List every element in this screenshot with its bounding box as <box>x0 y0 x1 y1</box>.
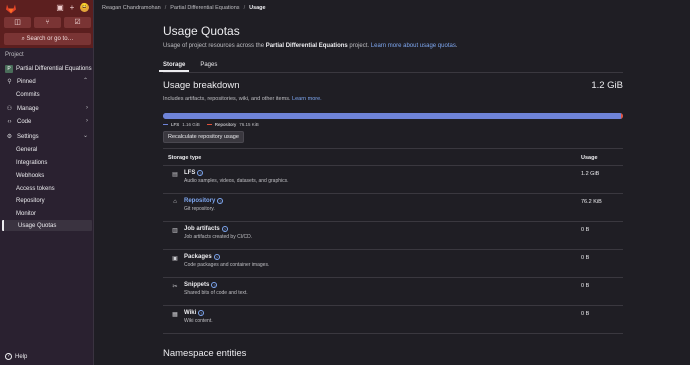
chevron-right-icon: › <box>86 118 88 124</box>
table-row: ▣ Packages? Code packages and container … <box>163 250 623 278</box>
sidebar-toggle-icon[interactable]: ▣ <box>56 3 64 12</box>
sidebar-project[interactable]: P Partial Differential Equations <box>2 63 92 74</box>
code-icon: ‹› <box>7 118 12 125</box>
breadcrumb-project[interactable]: Partial Differential Equations <box>170 5 239 11</box>
issues-button[interactable]: ◫ <box>4 17 31 28</box>
legend-swatch <box>163 123 168 126</box>
help-icon: ? <box>5 353 12 360</box>
sidebar: ▣ + 😄 ◫ ⑂ ☑ ⌕ Search or go to… Project P… <box>0 0 94 365</box>
search-button[interactable]: ⌕ Search or go to… <box>4 33 91 45</box>
sidebar-item-usage-quotas[interactable]: Usage Quotas <box>2 220 92 231</box>
repo-icon: ⌂ <box>173 199 177 205</box>
sidebar-item-access-tokens[interactable]: Access tokens <box>2 183 92 194</box>
wiki-icon: ▦ <box>172 312 178 318</box>
gitlab-logo-icon[interactable] <box>5 3 17 14</box>
repository-link[interactable]: Repository <box>184 198 215 204</box>
usage-breakdown-header: Usage breakdown 1.2 GiB <box>163 80 623 92</box>
plus-icon[interactable]: + <box>68 3 76 12</box>
chevron-down-icon: ⌄ <box>82 133 88 139</box>
usage-breakdown-title: Usage breakdown <box>163 80 240 91</box>
usage-bar-lfs <box>163 113 596 119</box>
breadcrumb-current[interactable]: Usage <box>249 5 266 11</box>
table-row: ⌂ Repository? Git repository. 76.2 KiB <box>163 194 623 222</box>
snippet-icon: ✂ <box>172 284 178 290</box>
sidebar-item-pinned[interactable]: ⚲ Pinned ⌃ <box>2 76 92 87</box>
table-row: ▦ Wiki? Wiki content. 0 B <box>163 306 623 334</box>
usage-bar <box>163 113 623 119</box>
table-row: ▤ LFS? Audio samples, videos, datasets, … <box>163 166 623 194</box>
usage-breakdown-desc: Includes artifacts, repositories, wiki, … <box>163 96 322 102</box>
breadcrumb-user[interactable]: Reagan Chandramohan <box>102 5 161 11</box>
usage-legend: LFS 1.16 GiB Repository 76.15 KiB <box>163 122 623 127</box>
chevron-right-icon: › <box>86 105 88 111</box>
column-usage: Usage <box>581 155 598 161</box>
chevron-up-icon: ⌃ <box>82 78 88 84</box>
table-header: Storage type Usage <box>163 148 623 166</box>
sidebar-item-manage[interactable]: ⚇ Manage › <box>2 103 92 114</box>
help-icon[interactable]: ? <box>217 198 224 204</box>
sidebar-item-integrations[interactable]: Integrations <box>2 157 92 168</box>
recalculate-button[interactable]: Recalculate repository usage <box>163 131 244 143</box>
main-content: Usage Quotas Usage of project resources … <box>158 24 623 359</box>
table-row: ▥ Job artifacts? Job artifacts created b… <box>163 222 623 250</box>
pin-icon: ⚲ <box>7 79 12 85</box>
tab-storage[interactable]: Storage <box>158 57 190 72</box>
storage-table: Storage type Usage ▤ LFS? Audio samples,… <box>163 148 623 334</box>
help-icon[interactable]: ? <box>221 226 228 232</box>
tab-bar: Storage Pages <box>158 57 623 73</box>
sidebar-item-monitor[interactable]: Monitor <box>2 208 92 219</box>
package-icon: ▣ <box>172 256 178 262</box>
help-icon[interactable]: ? <box>211 282 218 288</box>
usage-total: 1.2 GiB <box>591 80 623 91</box>
sidebar-section-label: Project <box>5 52 24 58</box>
page-subtitle: Usage of project resources across the Pa… <box>163 43 458 49</box>
breadcrumb: Reagan Chandramohan / Partial Differenti… <box>102 5 266 11</box>
learn-more-usage-link[interactable]: Learn more about usage quotas <box>371 43 456 49</box>
project-avatar: P <box>5 64 13 73</box>
avatar[interactable]: 😄 <box>80 3 89 12</box>
settings-icon: ⚙ <box>6 134 13 140</box>
users-icon: ⚇ <box>6 106 13 112</box>
sidebar-item-repository[interactable]: Repository <box>2 195 92 206</box>
usage-bar-repository <box>620 113 623 119</box>
sidebar-header: ▣ + 😄 ◫ ⑂ ☑ ⌕ Search or go to… <box>0 0 93 48</box>
help-icon[interactable]: ? <box>198 310 205 316</box>
legend-swatch <box>206 123 212 126</box>
doc-icon: ▤ <box>172 172 178 178</box>
merge-requests-button[interactable]: ⑂ <box>34 17 61 28</box>
sidebar-item-code[interactable]: ‹› Code › <box>2 116 92 127</box>
legend-item-repository: Repository 76.15 KiB <box>206 122 259 127</box>
search-icon: ⌕ <box>21 36 25 42</box>
column-storage-type: Storage type <box>168 155 202 161</box>
help-icon[interactable]: ? <box>197 170 204 176</box>
help-icon[interactable]: ? <box>213 254 220 260</box>
help-button[interactable]: ? Help <box>5 353 27 360</box>
tab-pages[interactable]: Pages <box>200 57 217 72</box>
sidebar-item-general[interactable]: General <box>2 144 92 155</box>
artifact-icon: ▥ <box>172 228 178 234</box>
legend-item-lfs: LFS 1.16 GiB <box>163 122 200 127</box>
namespace-entities-title: Namespace entities <box>163 348 247 359</box>
sidebar-item-commits[interactable]: Commits <box>2 89 92 100</box>
todo-button[interactable]: ☑ <box>64 17 91 28</box>
table-row: ✂ Snippets? Shared bits of code and text… <box>163 278 623 306</box>
learn-more-link[interactable]: Learn more. <box>292 96 322 102</box>
sidebar-item-settings[interactable]: ⚙ Settings ⌄ <box>2 131 92 142</box>
sidebar-item-webhooks[interactable]: Webhooks <box>2 170 92 181</box>
page-title: Usage Quotas <box>163 24 240 38</box>
